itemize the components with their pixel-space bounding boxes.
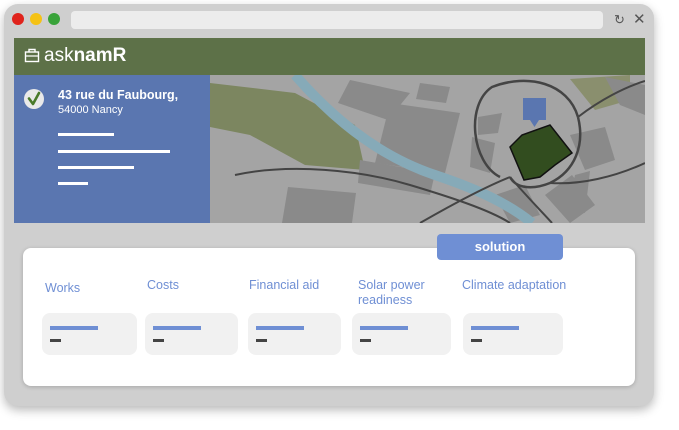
- placeholder-dash: [153, 339, 164, 342]
- placeholder-dash: [50, 339, 61, 342]
- browser-window: ↻ ✕ asknamR 43 rue du Faubourg, 54000 Na…: [4, 4, 654, 406]
- placeholder-line: [58, 150, 170, 153]
- placeholder-bar: [153, 326, 201, 330]
- briefcase-icon: [24, 48, 40, 63]
- costs-tile[interactable]: [145, 313, 238, 355]
- placeholder-bar: [471, 326, 519, 330]
- address-panel: 43 rue du Faubourg, 54000 Nancy: [14, 75, 210, 223]
- title-bar: ↻ ✕: [4, 4, 654, 38]
- close-window-button[interactable]: [12, 13, 24, 25]
- works-tile[interactable]: [42, 313, 137, 355]
- climate-adaptation-tile[interactable]: [463, 313, 563, 355]
- financial-aid-tile[interactable]: [248, 313, 341, 355]
- placeholder-line: [58, 133, 114, 136]
- placeholder-line: [58, 166, 134, 169]
- placeholder-bar: [360, 326, 408, 330]
- map-view[interactable]: [210, 75, 645, 223]
- minimize-window-button[interactable]: [30, 13, 42, 25]
- building: [282, 187, 356, 223]
- tab-solar-power-readiness[interactable]: Solar power readiness: [358, 278, 448, 308]
- app-header: asknamR: [14, 38, 645, 75]
- refresh-icon[interactable]: ↻: [614, 11, 625, 29]
- placeholder-line: [58, 182, 88, 185]
- solar-power-tile[interactable]: [352, 313, 451, 355]
- placeholder-dash: [471, 339, 482, 342]
- address-bar[interactable]: [71, 11, 603, 29]
- tab-works[interactable]: Works: [45, 281, 135, 296]
- maximize-window-button[interactable]: [48, 13, 60, 25]
- solution-tab-button[interactable]: solution: [437, 234, 563, 260]
- app-logo[interactable]: asknamR: [24, 44, 126, 68]
- check-badge-icon: [24, 89, 44, 109]
- placeholder-bar: [256, 326, 304, 330]
- placeholder-bar: [50, 326, 98, 330]
- tab-costs[interactable]: Costs: [147, 278, 237, 293]
- building: [375, 103, 460, 173]
- close-icon[interactable]: ✕: [633, 11, 646, 29]
- logo-text-prefix: ask: [44, 45, 74, 66]
- tab-financial-aid[interactable]: Financial aid: [249, 278, 349, 293]
- placeholder-dash: [360, 339, 371, 342]
- address-city: 54000 Nancy: [58, 104, 123, 116]
- tab-climate-adaptation[interactable]: Climate adaptation: [462, 278, 592, 293]
- placeholder-dash: [256, 339, 267, 342]
- logo-text-suffix: namR: [73, 45, 127, 66]
- solutions-card: Works Costs Financial aid Solar power re…: [23, 248, 635, 386]
- address-street: 43 rue du Faubourg,: [58, 88, 179, 102]
